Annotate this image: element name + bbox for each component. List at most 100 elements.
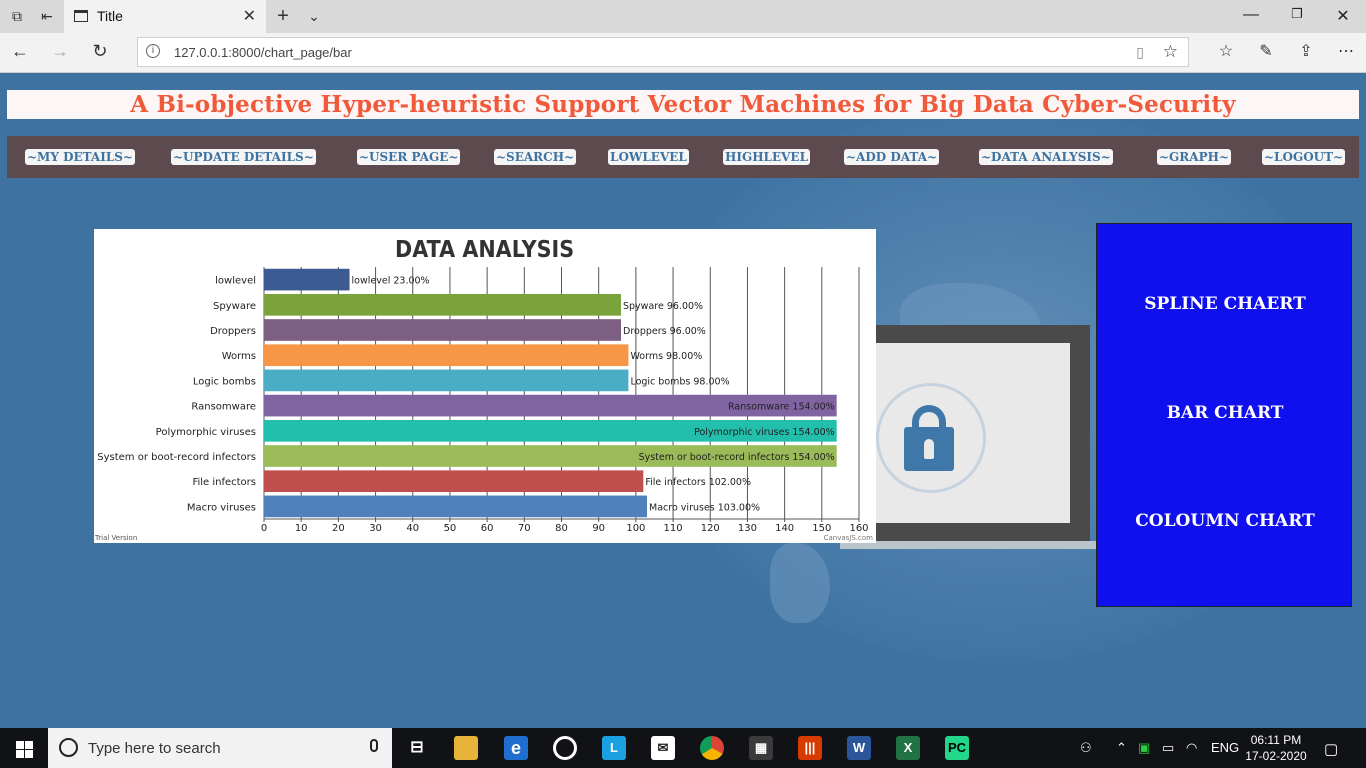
spline-chart-link[interactable]: SPLINE CHAERT <box>1097 294 1353 314</box>
nav-update-details[interactable]: ~UPDATE DETAILS~ <box>171 149 316 165</box>
y-tick-label: Spyware <box>213 301 256 312</box>
restore-icon[interactable]: ❐ <box>1286 6 1308 22</box>
chrome-icon[interactable] <box>700 736 724 760</box>
x-tick-label: 50 <box>444 523 457 534</box>
address-bar-row: ← → ↻ i 127.0.0.1:8000/chart_page/bar ▯ … <box>0 33 1366 73</box>
bar-chart-link[interactable]: BAR CHART <box>1097 403 1353 423</box>
browser-tab[interactable]: Title ✕ <box>64 0 266 33</box>
tray-app-icon[interactable]: ▣ <box>1138 740 1150 756</box>
forward-icon[interactable]: → <box>48 41 72 62</box>
wifi-icon[interactable]: ◠ <box>1186 740 1197 756</box>
store-icon[interactable]: ▦ <box>749 736 773 760</box>
y-tick-label: Ransomware <box>191 402 256 413</box>
browser-tab-bar: ⧉ ⇤ Title ✕ + ⌄ — ❐ ✕ <box>0 0 1366 33</box>
chart-type-panel: SPLINE CHAERT BAR CHART COLOUMN CHART <box>1096 223 1352 607</box>
x-tick-label: 20 <box>332 523 345 534</box>
windows-taskbar: Type here to search ⊟ e L ✉ ▦ ||| W X PC… <box>0 728 1366 768</box>
bar[interactable] <box>264 293 621 316</box>
nav-data-analysis[interactable]: ~DATA ANALYSIS~ <box>979 149 1113 165</box>
nav-highlevel[interactable]: HIGHLEVEL <box>723 149 811 165</box>
tab-list-chevron-icon[interactable]: ⌄ <box>303 6 325 26</box>
data-label: Ransomware 154.00% <box>728 402 835 413</box>
data-label: Macro viruses 103.00% <box>649 502 760 513</box>
language-indicator[interactable]: ENG <box>1211 740 1239 755</box>
data-label: Spyware 96.00% <box>623 301 703 312</box>
refresh-icon[interactable]: ↻ <box>88 41 112 62</box>
taskbar-search-placeholder: Type here to search <box>88 740 221 757</box>
clock-time: 06:11 PM <box>1250 733 1302 747</box>
back-icon[interactable]: ← <box>8 41 32 62</box>
file-explorer-icon[interactable] <box>454 736 478 760</box>
nav-my-details[interactable]: ~MY DETAILS~ <box>25 149 135 165</box>
more-icon[interactable]: ⋯ <box>1334 41 1358 61</box>
people-icon[interactable]: ⚇ <box>1080 740 1092 756</box>
bar[interactable] <box>264 495 648 518</box>
url-field[interactable]: i 127.0.0.1:8000/chart_page/bar ▯ ☆ <box>137 37 1189 67</box>
taskbar-search[interactable]: Type here to search <box>48 728 392 768</box>
favorites-list-icon[interactable]: ☆ <box>1214 41 1238 61</box>
share-icon[interactable]: ⇪ <box>1294 41 1318 61</box>
data-label: File infectors 102.00% <box>645 477 751 488</box>
x-tick-label: 90 <box>592 523 605 534</box>
bar[interactable] <box>264 369 629 392</box>
bar[interactable] <box>264 268 350 291</box>
y-tick-label: Worms <box>222 351 256 362</box>
microphone-icon[interactable] <box>370 739 378 752</box>
column-chart-link[interactable]: COLOUMN CHART <box>1097 511 1353 531</box>
show-hidden-icons-chevron-icon[interactable]: ⌃ <box>1116 740 1127 756</box>
nav-search[interactable]: ~SEARCH~ <box>494 149 577 165</box>
app-red-icon[interactable]: ||| <box>798 736 822 760</box>
tab-title: Title <box>97 8 123 24</box>
nav-user-page[interactable]: ~USER PAGE~ <box>357 149 461 165</box>
minimize-icon[interactable]: — <box>1240 6 1262 24</box>
data-label: lowlevel 23.00% <box>352 276 430 287</box>
pen-icon[interactable]: ✎ <box>1254 41 1278 61</box>
pycharm-icon[interactable]: PC <box>945 736 969 760</box>
x-tick-label: 60 <box>481 523 494 534</box>
word-icon[interactable]: W <box>847 736 871 760</box>
x-tick-label: 130 <box>738 523 757 534</box>
main-nav: ~MY DETAILS~ ~UPDATE DETAILS~ ~USER PAGE… <box>7 136 1359 178</box>
watermark-canvasjs[interactable]: CanvasJS.com <box>824 534 874 542</box>
new-tab-icon[interactable]: + <box>272 6 294 26</box>
y-tick-label: Droppers <box>210 326 256 337</box>
page-icon <box>74 10 88 22</box>
url-text: 127.0.0.1:8000/chart_page/bar <box>174 45 352 60</box>
excel-icon[interactable]: X <box>896 736 920 760</box>
battery-icon[interactable]: ▭ <box>1162 740 1174 756</box>
set-aside-tabs-icon[interactable]: ⇤ <box>36 6 58 26</box>
task-view-icon[interactable]: ⊟ <box>405 736 429 760</box>
data-label: System or boot-record infectors 154.00% <box>639 452 835 463</box>
nav-graph[interactable]: ~GRAPH~ <box>1157 149 1232 165</box>
bar[interactable] <box>264 470 644 493</box>
notifications-icon[interactable]: ▢ <box>1324 740 1338 758</box>
bar-chart: DATA ANALYSIS lowlevel 23.00% Spyware 96.… <box>94 229 876 543</box>
cortana-icon[interactable] <box>59 738 78 757</box>
start-button[interactable] <box>0 728 48 768</box>
nav-add-data[interactable]: ~ADD DATA~ <box>844 149 940 165</box>
window-close-icon[interactable]: ✕ <box>1332 6 1354 26</box>
x-tick-label: 80 <box>555 523 568 534</box>
nav-lowlevel[interactable]: LOWLEVEL <box>608 149 689 165</box>
data-label: Worms 98.00% <box>630 351 702 362</box>
x-tick-label: 140 <box>775 523 794 534</box>
bar[interactable] <box>264 344 629 367</box>
data-label: Droppers 96.00% <box>623 326 706 337</box>
chart-title: DATA ANALYSIS <box>395 237 574 263</box>
site-info-icon[interactable]: i <box>146 44 160 58</box>
reading-view-icon[interactable]: ▯ <box>1136 44 1144 61</box>
favorite-star-icon[interactable]: ☆ <box>1163 42 1178 62</box>
close-tab-icon[interactable]: ✕ <box>243 6 256 26</box>
app-l-icon[interactable]: L <box>602 736 626 760</box>
y-tick-label: System or boot-record infectors <box>97 452 256 463</box>
mail-icon[interactable]: ✉ <box>651 736 675 760</box>
x-tick-label: 120 <box>701 523 720 534</box>
media-icon[interactable] <box>553 736 577 760</box>
edge-icon[interactable]: e <box>504 736 528 760</box>
nav-logout[interactable]: ~LOGOUT~ <box>1262 149 1346 165</box>
data-label: Polymorphic viruses 154.00% <box>694 427 835 438</box>
bar[interactable] <box>264 319 621 341</box>
y-tick-label: Macro viruses <box>187 502 256 513</box>
tab-actions-icon[interactable]: ⧉ <box>6 6 28 26</box>
clock[interactable]: 06:11 PM 17-02-2020 <box>1240 732 1312 764</box>
